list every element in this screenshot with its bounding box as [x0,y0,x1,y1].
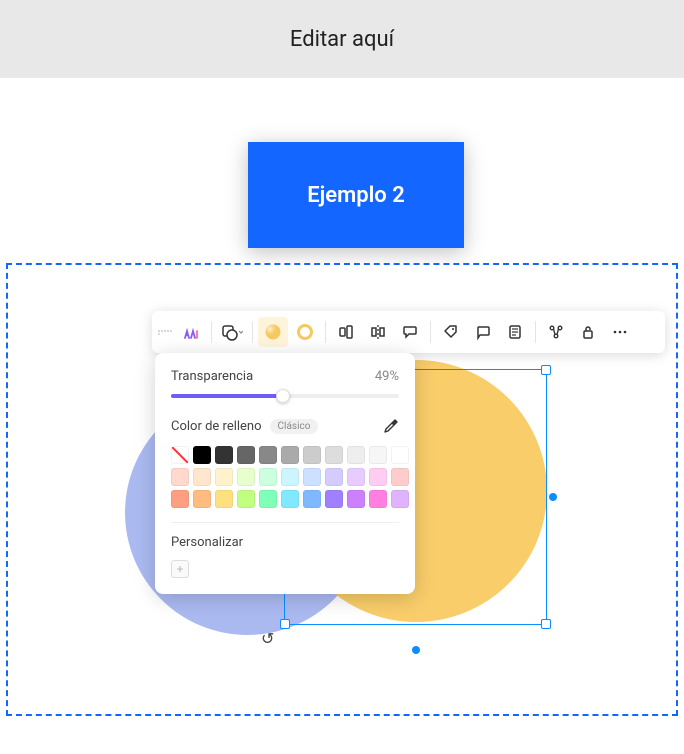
transparency-label: Transparencia [171,369,253,384]
floating-toolbar [152,311,665,353]
resize-handle-mid-bottom[interactable] [412,646,420,654]
resize-handle-mid-right[interactable] [549,493,557,501]
swatch-color[interactable] [303,490,321,508]
toolbar-separator [211,321,212,343]
fill-color-label: Color de relleno [171,419,262,434]
example-box[interactable]: Ejemplo 2 [248,142,464,248]
swatch-color[interactable] [193,446,211,464]
panel-divider [171,522,399,523]
swatch-color[interactable] [325,468,343,486]
customize-label: Personalizar [171,535,399,550]
swatch-color[interactable] [281,490,299,508]
header-bar: Editar aquí [0,0,684,78]
swatch-color[interactable] [259,446,277,464]
more-icon[interactable] [605,317,635,347]
swatch-color[interactable] [171,468,189,486]
stroke-color-icon[interactable] [290,317,320,347]
swatch-color[interactable] [259,468,277,486]
align-horizontal-icon[interactable] [331,317,361,347]
speech-bubble-icon[interactable] [395,317,425,347]
add-custom-color-button[interactable]: + [171,560,189,578]
link-icon[interactable] [541,317,571,347]
swatch-color[interactable] [237,490,255,508]
swatch-grid [171,446,399,508]
shape-dropdown-icon[interactable] [217,317,247,347]
swatch-color[interactable] [193,468,211,486]
swatch-color[interactable] [215,490,233,508]
fill-color-icon[interactable] [258,317,288,347]
example-box-label: Ejemplo 2 [307,183,405,208]
swatch-no-fill[interactable] [171,446,189,464]
toolbar-separator [430,321,431,343]
note-icon[interactable] [500,317,530,347]
slider-thumb[interactable] [276,389,290,403]
swatch-color[interactable] [347,446,365,464]
resize-handle-bottom-left[interactable] [280,619,290,629]
resize-handle-bottom-right[interactable] [541,619,551,629]
swatch-color[interactable] [369,468,387,486]
swatch-color[interactable] [171,490,189,508]
swatch-color[interactable] [215,446,233,464]
swatch-color[interactable] [193,490,211,508]
swatch-color[interactable] [237,468,255,486]
color-fill-panel: Transparencia 49% Color de relleno Clási… [155,353,415,594]
ai-icon[interactable] [176,317,206,347]
toolbar-separator [535,321,536,343]
toolbar-separator [252,321,253,343]
swatch-color[interactable] [303,446,321,464]
swatch-color[interactable] [281,468,299,486]
swatch-color[interactable] [215,468,233,486]
swatch-color[interactable] [391,468,409,486]
swatch-color[interactable] [259,490,277,508]
swatch-color[interactable] [303,468,321,486]
slider-fill [171,394,283,398]
swatch-color[interactable] [325,446,343,464]
swatch-color[interactable] [325,490,343,508]
swatch-color[interactable] [369,490,387,508]
transparency-value: 49% [375,369,399,384]
toolbar-drag-handle[interactable] [158,330,172,335]
eyedropper-icon[interactable] [383,418,399,434]
swatch-color[interactable] [237,446,255,464]
classic-pill[interactable]: Clásico [270,419,319,434]
swatch-color[interactable] [391,446,409,464]
flip-horizontal-icon[interactable] [363,317,393,347]
tag-icon[interactable] [436,317,466,347]
lock-icon[interactable] [573,317,603,347]
header-title: Editar aquí [290,27,394,52]
comment-icon[interactable] [468,317,498,347]
toolbar-separator [325,321,326,343]
swatch-color[interactable] [281,446,299,464]
swatch-color[interactable] [347,468,365,486]
swatch-color[interactable] [369,446,387,464]
resize-handle-top-right[interactable] [541,365,551,375]
swatch-color[interactable] [391,490,409,508]
transparency-slider[interactable] [171,394,399,398]
swatch-color[interactable] [347,490,365,508]
rotate-handle-icon[interactable]: ↺ [261,629,274,648]
